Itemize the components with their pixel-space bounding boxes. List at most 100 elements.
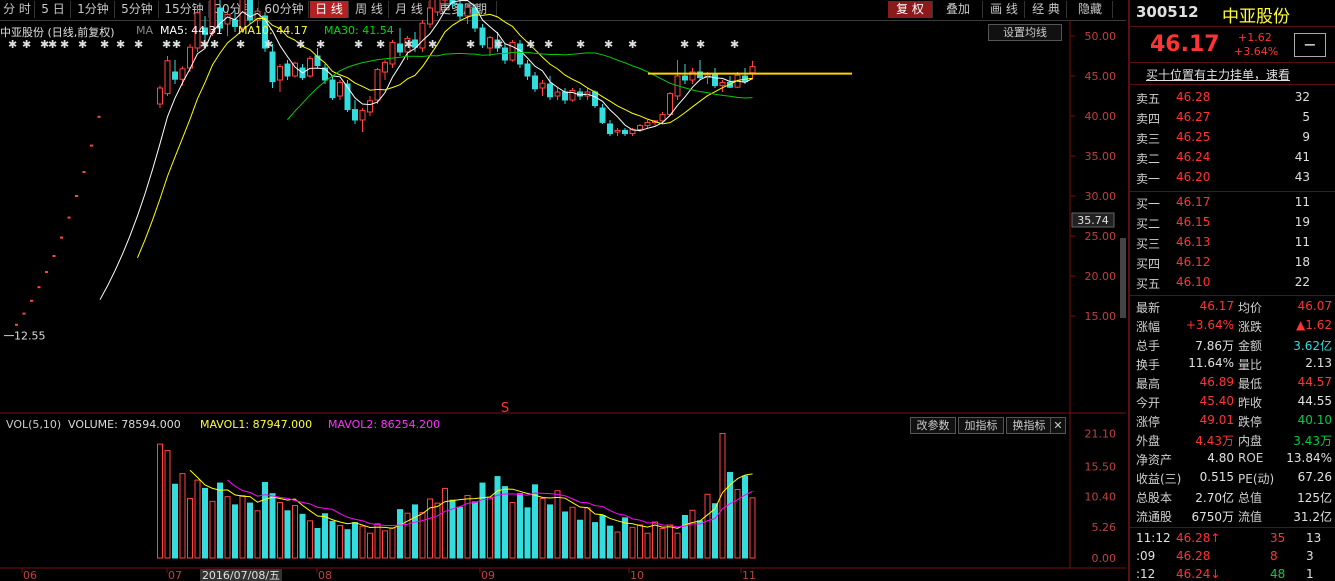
limitup-mark-8 xyxy=(75,195,78,197)
candle-body-72 xyxy=(607,123,613,135)
stat-v2-4: 44.57 xyxy=(1297,375,1332,389)
event-marker-15: ✱ xyxy=(296,38,305,51)
volume-bar-30 xyxy=(292,504,298,559)
volume-bar-26 xyxy=(262,481,268,559)
tick-vol-1: 8 xyxy=(1270,549,1278,563)
candle-body-71 xyxy=(599,107,606,123)
price-tick-8: 15.00 xyxy=(1085,310,1117,323)
volume-bar-80 xyxy=(667,524,673,559)
candle-body-13 xyxy=(164,60,171,95)
bids-price-3: 46.12 xyxy=(1176,255,1211,269)
event-marker-12: ✱ xyxy=(210,38,219,51)
candle-body-82 xyxy=(682,75,688,81)
vol-button-1[interactable]: 加指标 xyxy=(958,417,1004,434)
candle-body-36 xyxy=(337,81,343,97)
kline-chart[interactable]: 55.00 50.00 45.00 40.00 35.00 30.00 25.00 20.00… xyxy=(0,0,1126,581)
volume-bar-24 xyxy=(247,502,253,559)
event-marker-19: ✱ xyxy=(404,38,413,51)
candle-body-56 xyxy=(487,37,493,49)
stat-l1-2: 总手 xyxy=(1136,339,1161,353)
tick-time-0: 11:12 xyxy=(1136,531,1171,545)
bids-vol-4: 22 xyxy=(1294,275,1310,289)
stat-v2-0: 46.07 xyxy=(1297,299,1332,313)
candle-body-21 xyxy=(224,13,231,25)
vol-button-2[interactable]: 换指标 xyxy=(1006,417,1052,434)
ma5-value: MA5: 44.31 xyxy=(160,24,223,37)
candle-body-65 xyxy=(554,91,561,97)
candle-body-38 xyxy=(352,109,358,121)
tick-n-0: 13 xyxy=(1306,531,1322,545)
cursor-date: 2016/07/08/五 xyxy=(202,569,280,581)
price-legend: 中亚股份 (日线,前复权) MA MA5: 44.31 MA10: 44.17 … xyxy=(0,24,394,39)
stat-v1-1: +3.64% xyxy=(1185,318,1234,332)
volume-bar-64 xyxy=(547,504,553,559)
candle-body-27 xyxy=(269,51,276,83)
stat-v2-8: 13.84% xyxy=(1286,451,1332,465)
stat-l2-5: 昨收 xyxy=(1238,396,1263,410)
event-marker-20: ✱ xyxy=(428,38,437,51)
order-banner-link[interactable]: 买十位置有主力挂单，速看 xyxy=(1146,66,1290,83)
volume-bar-54 xyxy=(472,501,478,559)
volume-bar-39 xyxy=(359,525,366,559)
collapse-button[interactable]: − xyxy=(1294,33,1326,57)
asks-label-1: 卖四 xyxy=(1136,112,1161,126)
bids-vol-0: 11 xyxy=(1294,195,1310,209)
volume-bar-22 xyxy=(232,504,238,559)
asks-label-3: 卖二 xyxy=(1136,152,1161,166)
volume-bar-60 xyxy=(517,493,523,559)
current-price-tag: 35.74 xyxy=(1077,214,1109,227)
stock-name: 中亚股份 xyxy=(1222,7,1290,27)
volume-bar-38 xyxy=(352,522,358,559)
volume-bar-63 xyxy=(539,497,546,559)
x-label-4: 10 xyxy=(630,569,644,581)
stat-l1-6: 涨停 xyxy=(1136,415,1161,429)
volume-bar-35 xyxy=(329,520,336,559)
stat-l2-7: 内盘 xyxy=(1238,434,1263,448)
volume-bar-86 xyxy=(712,503,718,559)
tick-n-1: 3 xyxy=(1306,549,1314,563)
volume-bar-68 xyxy=(577,519,583,559)
candle-body-32 xyxy=(307,57,313,77)
stat-l2-4: 最低 xyxy=(1238,377,1263,391)
candle-body-53 xyxy=(464,6,471,17)
price-tick-6: 25.00 xyxy=(1085,230,1117,243)
limitup-mark-6 xyxy=(60,236,63,239)
vol-tick-2: 10.40 xyxy=(1085,491,1117,504)
volume-bar-69 xyxy=(584,507,591,559)
x-label-1: 07 xyxy=(168,569,182,581)
volume-bar-34 xyxy=(322,513,328,559)
stat-l2-9: PE(动) xyxy=(1238,472,1275,486)
volume-bar-36 xyxy=(337,525,343,559)
limitup-mark-5 xyxy=(52,255,56,257)
candle-body-55 xyxy=(479,27,486,46)
volume-bar-47 xyxy=(419,512,426,559)
volume-bar-13 xyxy=(164,450,171,559)
asks-label-0: 卖五 xyxy=(1136,92,1161,106)
ma10-value: MA10: 44.17 xyxy=(238,24,308,37)
volume-bar-78 xyxy=(652,521,658,559)
bids-label-4: 买五 xyxy=(1136,277,1161,291)
event-marker-10: ✱ xyxy=(172,38,181,51)
price-tick-2: 45.00 xyxy=(1085,70,1117,83)
close-icon[interactable]: ✕ xyxy=(1050,417,1066,434)
event-marker-0: ✱ xyxy=(8,38,17,51)
bids-label-2: 买三 xyxy=(1136,237,1161,251)
price-tick-1: 50.00 xyxy=(1085,30,1117,43)
price-tick-3: 40.00 xyxy=(1085,110,1117,123)
volume-value: VOLUME: 78594.000 xyxy=(68,418,181,431)
volume-bar-72 xyxy=(607,525,613,559)
stat-l1-0: 最新 xyxy=(1136,301,1161,315)
volume-bar-75 xyxy=(629,526,636,559)
bids-label-1: 买二 xyxy=(1136,217,1161,231)
ma-settings-button[interactable]: 设置均线 xyxy=(988,24,1062,41)
vol-button-0[interactable]: 改参数 xyxy=(910,417,956,434)
stat-l2-0: 均价 xyxy=(1238,301,1263,315)
volume-bar-79 xyxy=(659,528,666,559)
ma10-line xyxy=(137,13,753,258)
bids-price-2: 46.13 xyxy=(1176,235,1211,249)
event-marker-8: ✱ xyxy=(134,38,143,51)
volume-bar-32 xyxy=(307,520,313,559)
volume-bar-77 xyxy=(644,532,651,559)
asks-price-2: 46.25 xyxy=(1176,130,1211,144)
candle-body-49 xyxy=(434,0,441,13)
